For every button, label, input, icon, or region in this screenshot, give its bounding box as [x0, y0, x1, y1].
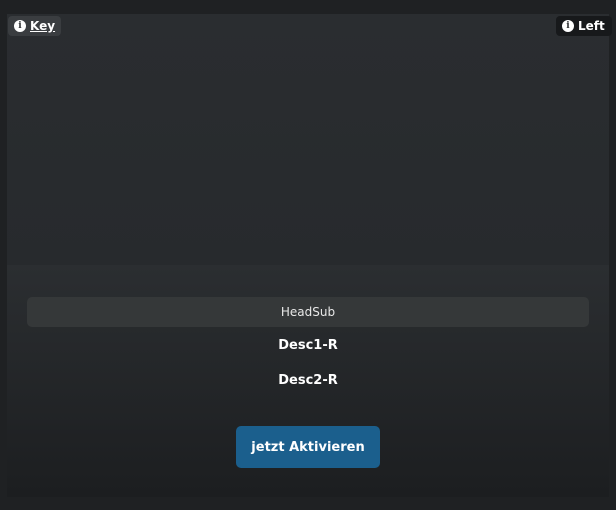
left-badge[interactable]: i Left	[556, 16, 612, 36]
left-badge-label: Left	[578, 19, 605, 33]
info-icon: i	[14, 20, 26, 32]
description-1: Desc1-R	[278, 338, 338, 353]
head-sub-bar: HeadSub	[27, 297, 589, 327]
offer-card: HeadSub Desc1-R Desc2-R jetzt Aktivieren	[7, 14, 609, 497]
info-icon: i	[562, 20, 574, 32]
description-2: Desc2-R	[278, 373, 338, 388]
info-panel: HeadSub Desc1-R Desc2-R jetzt Aktivieren	[7, 265, 609, 497]
activate-button[interactable]: jetzt Aktivieren	[236, 426, 380, 468]
key-badge-label: Key	[30, 19, 56, 33]
preview-area	[7, 14, 609, 265]
key-badge[interactable]: i Key	[8, 16, 62, 36]
